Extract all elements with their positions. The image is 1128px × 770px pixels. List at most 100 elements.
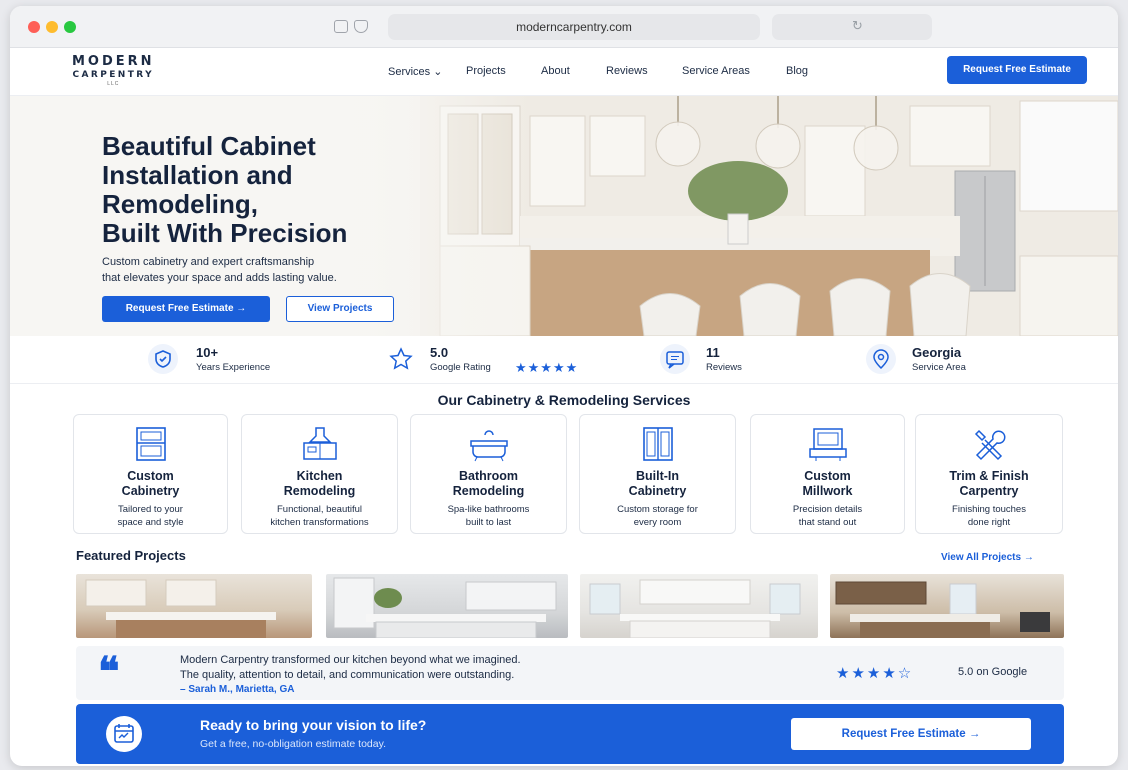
- service-card-custom-cabinetry[interactable]: Custom Cabinetry Tailored to your space an…: [73, 414, 228, 534]
- cta-estimate-button[interactable]: Request Free Estimate →: [791, 718, 1031, 750]
- site-logo[interactable]: MODERN CARPENTRY LLC: [72, 54, 155, 87]
- hero-subtitle-line: Custom cabinetry and expert craftsmanshi…: [102, 256, 315, 268]
- header-estimate-button[interactable]: Request Free Estimate: [947, 56, 1087, 84]
- service-description: Tailored to your space and style: [74, 503, 227, 529]
- service-description: Finishing touches done right: [916, 503, 1062, 529]
- nav-item-projects[interactable]: Projects: [466, 65, 506, 77]
- address-bar[interactable]: moderncarpentry.com: [388, 14, 760, 40]
- service-card-trim-finish-carpentry[interactable]: Trim & Finish Carpentry Finishing touches…: [915, 414, 1063, 534]
- service-title: Custom Cabinetry: [74, 469, 227, 499]
- service-description-line: Finishing touches: [952, 504, 1026, 515]
- project-image-3[interactable]: [580, 574, 818, 638]
- stat-area-label: Service Area: [912, 362, 966, 373]
- bathtub-icon: [469, 430, 508, 462]
- service-title-line: Kitchen: [296, 469, 343, 483]
- service-description-line: Precision details: [792, 504, 863, 515]
- chat-icon: [660, 344, 690, 374]
- nav-item-blog[interactable]: Blog: [786, 65, 808, 77]
- service-title: Bathroom Remodeling: [411, 469, 566, 499]
- project-image-2[interactable]: [326, 574, 568, 638]
- service-description-line: that stand out: [798, 517, 857, 528]
- reload-icon[interactable]: ↻: [852, 18, 863, 34]
- close-window-button[interactable]: [28, 21, 40, 33]
- maximize-window-button[interactable]: [64, 21, 76, 33]
- service-title-line: Remodeling: [283, 484, 356, 498]
- cta-title: Ready to bring your vision to life?: [200, 717, 427, 733]
- cabinet-icon: [135, 427, 166, 461]
- stat-rating-label: Google Rating: [430, 362, 491, 373]
- testimonial-quote-line: The quality, attention to detail, and co…: [180, 669, 515, 681]
- testimonial-quote-line: Modern Carpentry transformed our kitchen…: [180, 654, 521, 666]
- rating-stars: ★★★★★: [515, 360, 579, 375]
- service-title-line: Trim & Finish: [949, 469, 1029, 483]
- view-all-projects-link[interactable]: View All Projects →: [941, 552, 1034, 563]
- calendar-icon: [106, 716, 142, 752]
- minimize-window-button[interactable]: [46, 21, 58, 33]
- tools-icon: [974, 429, 1006, 461]
- hero-subtitle: Custom cabinetry and expert craftsmanshi…: [102, 254, 392, 286]
- logo-line-3: LLC: [107, 81, 120, 87]
- kitchen-hood-icon: [302, 427, 337, 460]
- sidebar-toggle-icon[interactable]: [334, 20, 348, 33]
- nav-item-reviews[interactable]: Reviews: [606, 65, 648, 77]
- hero-estimate-button[interactable]: Request Free Estimate →: [102, 296, 270, 322]
- hero-title-line: Installation and: [102, 160, 293, 190]
- stat-reviews-label: Reviews: [706, 362, 742, 373]
- location-pin-icon: [866, 344, 896, 374]
- hero-subtitle-line: that elevates your space and adds lastin…: [102, 272, 337, 284]
- service-description-line: space and style: [117, 517, 184, 528]
- nav-item-services[interactable]: Services ⌄: [388, 65, 442, 78]
- logo-line-1: MODERN: [72, 54, 155, 69]
- hero-section: Beautiful Cabinet Installation and Remod…: [10, 96, 1118, 336]
- service-title: Trim & Finish Carpentry: [916, 469, 1062, 499]
- testimonial-rating: 5.0 on Google: [958, 666, 1028, 678]
- service-title-line: Custom: [804, 469, 851, 483]
- project-image-1[interactable]: [76, 574, 312, 638]
- service-title: Built-In Cabinetry: [580, 469, 735, 499]
- testimonial-stars: ★★★★☆: [836, 665, 914, 682]
- service-title-line: Cabinetry: [628, 484, 687, 498]
- testimonial-author: – Sarah M., Marietta, GA: [180, 684, 295, 695]
- service-title-line: Remodeling: [452, 484, 525, 498]
- shield-icon[interactable]: [354, 20, 368, 33]
- star-icon: [386, 344, 416, 374]
- view-projects-button[interactable]: View Projects: [286, 296, 394, 322]
- service-card-bathroom-remodeling[interactable]: Bathroom Remodeling Spa-like bathrooms bui…: [410, 414, 567, 534]
- service-description-line: Spa-like bathrooms: [447, 504, 530, 515]
- service-description: Custom storage for every room: [580, 503, 735, 529]
- hero-title: Beautiful Cabinet Installation and Remod…: [102, 132, 442, 248]
- service-title: Kitchen Remodeling: [242, 469, 397, 499]
- service-title-line: Millwork: [802, 484, 853, 498]
- stat-years-label: Years Experience: [196, 362, 271, 373]
- service-card-kitchen-remodeling[interactable]: Kitchen Remodeling Functional, beautiful k…: [241, 414, 398, 534]
- service-card-custom-millwork[interactable]: Custom Millwork Precision details that sta…: [750, 414, 905, 534]
- cta-subtitle: Get a free, no-obligation estimate today…: [200, 738, 386, 750]
- hero-title-line: Beautiful Cabinet: [102, 131, 316, 161]
- service-description: Functional, beautiful kitchen transformat…: [242, 503, 397, 529]
- service-description-line: Custom storage for: [617, 504, 698, 515]
- service-title-line: Built-In: [635, 469, 680, 483]
- service-description-line: kitchen transformations: [270, 517, 369, 528]
- shield-check-icon: [148, 344, 178, 374]
- hero-title-line: Remodeling,: [102, 189, 259, 219]
- built-in-cabinet-icon: [642, 427, 673, 461]
- project-image-4[interactable]: [830, 574, 1064, 638]
- service-description: Spa-like bathrooms built to last: [411, 503, 566, 529]
- stat-area-value: Georgia: [912, 345, 962, 360]
- service-title: Custom Millwork: [751, 469, 904, 499]
- cta-banner: Ready to bring your vision to life? Get …: [76, 704, 1064, 764]
- testimonial-quote: Modern Carpentry transformed our kitchen…: [180, 653, 700, 683]
- service-description: Precision details that stand out: [751, 503, 904, 529]
- browser-window: moderncarpentry.com ↻ MODERN CARPENTRY L…: [10, 6, 1118, 766]
- service-title-line: Custom: [127, 469, 174, 483]
- millwork-icon: [808, 428, 847, 461]
- testimonial-card: ❝ Modern Carpentry transformed our kitch…: [76, 646, 1064, 700]
- quote-icon: ❝: [98, 648, 120, 695]
- hero-title-line: Built With Precision: [102, 218, 348, 248]
- nav-item-about[interactable]: About: [541, 65, 570, 77]
- nav-item-service-areas[interactable]: Service Areas: [682, 65, 750, 77]
- service-description-line: built to last: [465, 517, 512, 528]
- stat-years-value: 10+: [196, 345, 219, 360]
- service-card-built-in-cabinetry[interactable]: Built-In Cabinetry Custom storage for ever…: [579, 414, 736, 534]
- featured-projects-heading: Featured Projects: [76, 548, 186, 563]
